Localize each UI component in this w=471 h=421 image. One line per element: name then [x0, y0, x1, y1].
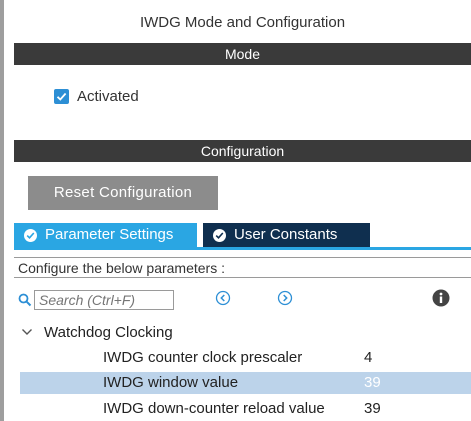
param-value[interactable]: 39: [364, 372, 381, 394]
tab-label: Parameter Settings: [45, 226, 174, 243]
param-row[interactable]: IWDG counter clock prescaler 4: [20, 347, 471, 369]
group-watchdog-clocking[interactable]: Watchdog Clocking: [20, 322, 173, 342]
panel-title: IWDG Mode and Configuration: [139, 14, 346, 31]
check-icon[interactable]: [54, 88, 69, 104]
param-value[interactable]: 4: [364, 347, 372, 369]
group-label: Watchdog Clocking: [44, 323, 173, 341]
info-icon[interactable]: [432, 289, 450, 307]
param-name: IWDG down-counter reload value: [103, 400, 325, 417]
chevron-left-circle-icon[interactable]: [215, 290, 231, 306]
check-circle-icon: [24, 228, 37, 242]
activated-checkbox[interactable]: Activated: [54, 86, 139, 106]
configuration-header: Configuration: [14, 140, 471, 162]
tab-user-constants[interactable]: User Constants: [203, 223, 370, 247]
reset-configuration-button[interactable]: Reset Configuration: [28, 176, 218, 210]
left-border: [0, 0, 4, 421]
param-name: IWDG counter clock prescaler: [103, 349, 303, 366]
configure-hint: Configure the below parameters :: [14, 257, 471, 278]
tab-label: User Constants: [234, 226, 338, 243]
chevron-right-circle-icon[interactable]: [277, 290, 293, 306]
chevron-down-icon[interactable]: [20, 325, 34, 339]
mode-header: Mode: [14, 43, 471, 65]
activated-label: Activated: [77, 87, 139, 105]
param-name: IWDG window value: [103, 374, 239, 391]
search-input[interactable]: [34, 290, 174, 310]
tabs-underline: [14, 247, 471, 250]
search-icon: [18, 293, 32, 307]
tab-bar: Parameter Settings User Constants: [14, 223, 370, 247]
param-row[interactable]: IWDG down-counter reload value 39: [20, 398, 471, 420]
check-circle-icon: [213, 228, 226, 242]
search-bar: [18, 289, 174, 311]
tab-parameter-settings[interactable]: Parameter Settings: [14, 223, 197, 247]
param-row-selected[interactable]: IWDG window value 39: [20, 372, 471, 394]
param-value[interactable]: 39: [364, 398, 381, 420]
